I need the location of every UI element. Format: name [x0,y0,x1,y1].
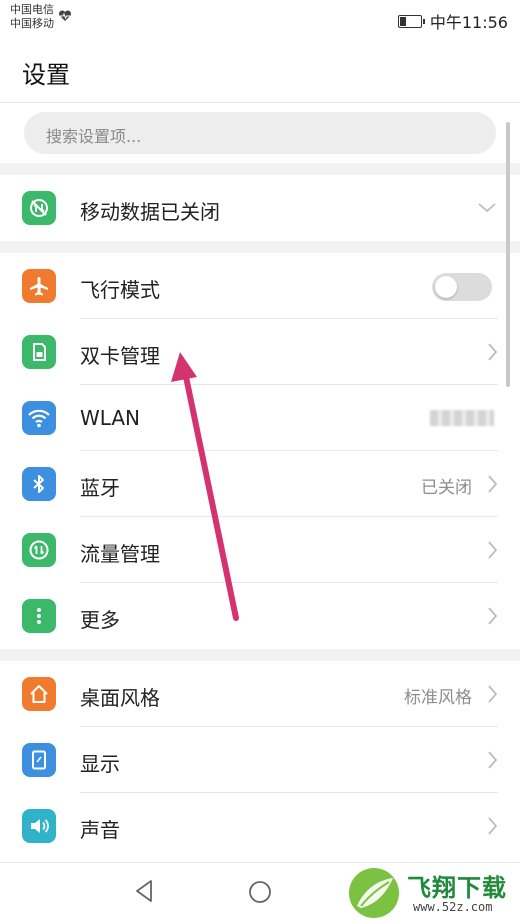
row-label: 双卡管理 [80,344,160,368]
row-label: 飞行模式 [80,278,160,302]
settings-row-traffic[interactable]: 流量管理 [0,517,520,583]
airplane-icon [22,269,56,303]
chevron-right-icon [488,475,498,493]
title-bar: 设置 [0,40,520,103]
status-bar: 中国电信 中国移动 中午11:56 [0,0,520,40]
carrier-1: 中国电信 [10,3,54,16]
section-gap [0,163,520,175]
search-section: 搜索设置项... [0,103,520,163]
watermark-text: 飞翔下载 [407,874,507,902]
settings-row-desktop-style[interactable]: 桌面风格 标准风格 [0,661,520,727]
row-label: 桌面风格 [80,686,160,710]
airplane-mode-toggle[interactable] [432,273,492,301]
wifi-icon [22,401,56,435]
row-label: 流量管理 [80,542,160,566]
settings-row-airplane[interactable]: 飞行模式 [0,253,520,319]
row-label: WLAN [80,406,141,430]
home-button-icon[interactable] [248,880,272,904]
search-placeholder: 搜索设置项... [46,127,142,146]
chevron-right-icon [488,607,498,625]
row-label: 显示 [80,752,120,776]
watermark-url: www.52z.com [413,900,493,914]
section-gap [0,649,520,661]
back-icon[interactable] [134,879,154,903]
carrier-info: 中国电信 中国移动 [10,3,54,31]
row-value: 已关闭 [421,478,472,498]
home-icon [22,677,56,711]
settings-row-more[interactable]: 更多 [0,583,520,649]
row-label: 移动数据已关闭 [80,200,220,224]
chevron-right-icon [488,751,498,769]
battery-icon [397,14,425,28]
toggle-knob [435,276,457,298]
row-label: 蓝牙 [80,476,120,500]
more-dots-icon [22,599,56,633]
search-input[interactable]: 搜索设置项... [24,112,496,154]
mobile-data-off-icon [22,191,56,225]
chevron-right-icon [488,685,498,703]
display-icon [22,743,56,777]
traffic-arrows-icon [22,533,56,567]
leaf-logo-icon [349,868,399,918]
row-value: 标准风格 [404,688,472,708]
status-time: 中午11:56 [429,13,508,32]
wlan-network-name-blurred [430,410,494,426]
scrollbar[interactable] [506,122,510,387]
sim-card-icon [22,335,56,369]
settings-row-dual-sim[interactable]: 双卡管理 [0,319,520,385]
watermark-logo: 飞翔下载 www.52z.com [345,862,520,923]
row-label: 更多 [80,608,120,632]
settings-row-sound[interactable]: 声音 [0,793,520,859]
speaker-icon [22,809,56,843]
settings-row-mobile-data[interactable]: 移动数据已关闭 [0,175,520,241]
bluetooth-icon [22,467,56,501]
chevron-right-icon [488,343,498,361]
carrier-2: 中国移动 [10,17,54,30]
heart-rate-icon [58,10,72,21]
row-label: 声音 [80,818,120,842]
settings-row-display[interactable]: 显示 [0,727,520,793]
chevron-down-icon[interactable] [478,203,496,213]
section-gap [0,241,520,253]
chevron-right-icon [488,817,498,835]
settings-row-bluetooth[interactable]: 蓝牙 已关闭 [0,451,520,517]
settings-row-wlan[interactable]: WLAN [0,385,520,451]
page-title: 设置 [22,61,70,89]
chevron-right-icon [488,541,498,559]
